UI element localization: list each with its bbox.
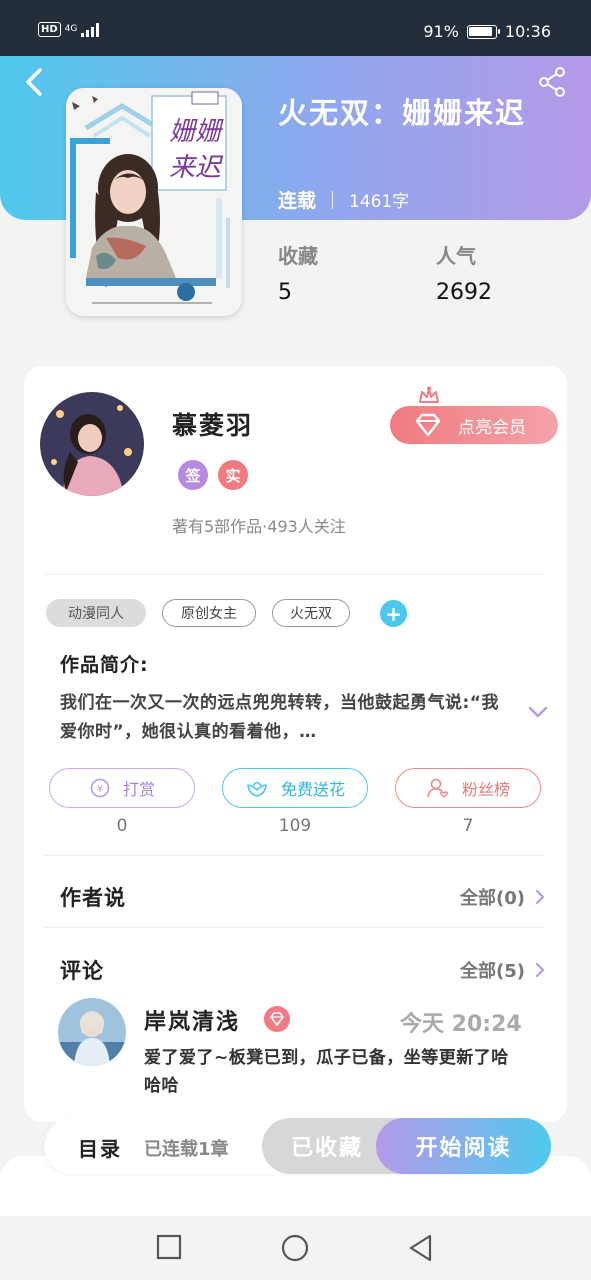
flower-count: 109: [278, 816, 312, 836]
fan-ranking-label: 粉丝榜: [461, 780, 510, 799]
author-says-all-link[interactable]: 全部(0): [460, 884, 545, 910]
intro-title: 作品简介:: [60, 654, 149, 676]
signed-badge: 签: [178, 460, 208, 490]
fan-icon: [427, 778, 449, 798]
serial-status: 连载: [278, 190, 317, 212]
chevron-right-icon: [535, 962, 545, 978]
signal-icon: [81, 22, 100, 37]
status-bar: HD 4G 91% 10:36: [0, 0, 591, 56]
commenter-name[interactable]: 岸岚清浅: [144, 1004, 240, 1036]
fan-count: 7: [462, 816, 474, 836]
author-name[interactable]: 慕菱羽: [172, 406, 253, 442]
diamond-icon: [270, 1012, 284, 1026]
verified-badge: 实: [218, 460, 248, 490]
favorites-label: 收藏: [278, 244, 318, 268]
battery-icon: [466, 24, 500, 39]
book-meta: 连载 1461字: [278, 186, 409, 213]
send-flower-button[interactable]: 免费送花: [222, 768, 368, 808]
word-count: 1461字: [349, 192, 410, 212]
popularity-value: 2692: [436, 280, 492, 305]
square-icon[interactable]: [156, 1234, 182, 1260]
divider: [44, 855, 544, 856]
flower-icon: [247, 781, 267, 797]
cover-title-line1: 姗姗: [169, 117, 224, 147]
comments-all-link[interactable]: 全部(5): [460, 957, 545, 983]
diamond-icon: [415, 413, 441, 437]
cover-title-line2: 来迟: [169, 153, 224, 183]
svg-text:¥: ¥: [97, 784, 103, 795]
comments-all-label: 全部(5): [460, 961, 525, 982]
chapter-count: 已连载1章: [144, 1139, 229, 1160]
book-cover[interactable]: 姗姗 来迟: [66, 88, 242, 316]
author-avatar[interactable]: [40, 392, 144, 496]
commenter-avatar[interactable]: [58, 998, 126, 1066]
crown-icon: [419, 386, 439, 403]
coin-icon: ¥: [90, 778, 110, 798]
divider: [44, 574, 544, 575]
intro-text: 我们在一次又一次的远点兜兜转转，当他鼓起勇气说:“我爱你时”，她很认真的看着他，…: [60, 693, 499, 742]
reward-button[interactable]: ¥ 打赏: [49, 768, 195, 808]
reward-count: 0: [116, 816, 128, 836]
author-says-title: 作者说: [60, 886, 126, 910]
tag-item[interactable]: 动漫同人: [46, 599, 146, 627]
vip-diamond-badge: [264, 1006, 290, 1032]
favorites-value: 5: [278, 280, 292, 305]
reward-label: 打赏: [122, 780, 155, 799]
battery-percent: 91%: [423, 22, 459, 41]
comment-time: 今天 20:24: [400, 1012, 522, 1037]
send-flower-label: 免费送花: [280, 780, 345, 799]
fan-ranking-button[interactable]: 粉丝榜: [395, 768, 541, 808]
tag-item[interactable]: 原创女主: [162, 599, 256, 627]
divider: [44, 927, 544, 928]
vip-button-label: 点亮会员: [458, 417, 526, 438]
cover-illustration: 姗姗 来迟: [66, 88, 242, 316]
comment-text: 爱了爱了~板凳已到，瓜子已备，坐等更新了哈哈哈: [144, 1048, 509, 1096]
popularity-label: 人气: [436, 244, 476, 268]
book-title: 火无双：姗姗来迟: [278, 96, 527, 130]
start-reading-button[interactable]: 开始阅读: [376, 1118, 551, 1174]
chevron-down-icon[interactable]: [527, 704, 549, 720]
clock: 10:36: [504, 22, 551, 41]
tag-item[interactable]: 火无双: [272, 599, 350, 627]
back-icon[interactable]: [22, 66, 46, 98]
chevron-right-icon: [535, 889, 545, 905]
author-stats: 著有5部作品·493人关注: [172, 517, 346, 536]
toc-button[interactable]: 目录: [78, 1133, 122, 1162]
circle-icon[interactable]: [281, 1234, 309, 1262]
triangle-back-icon[interactable]: [408, 1234, 434, 1262]
network-type: 4G: [64, 24, 78, 34]
add-tag-button[interactable]: +: [380, 600, 407, 627]
comments-title: 评论: [60, 959, 104, 983]
hd-badge: HD: [38, 22, 61, 37]
author-says-all-label: 全部(0): [460, 888, 525, 909]
meta-divider: [332, 190, 334, 209]
